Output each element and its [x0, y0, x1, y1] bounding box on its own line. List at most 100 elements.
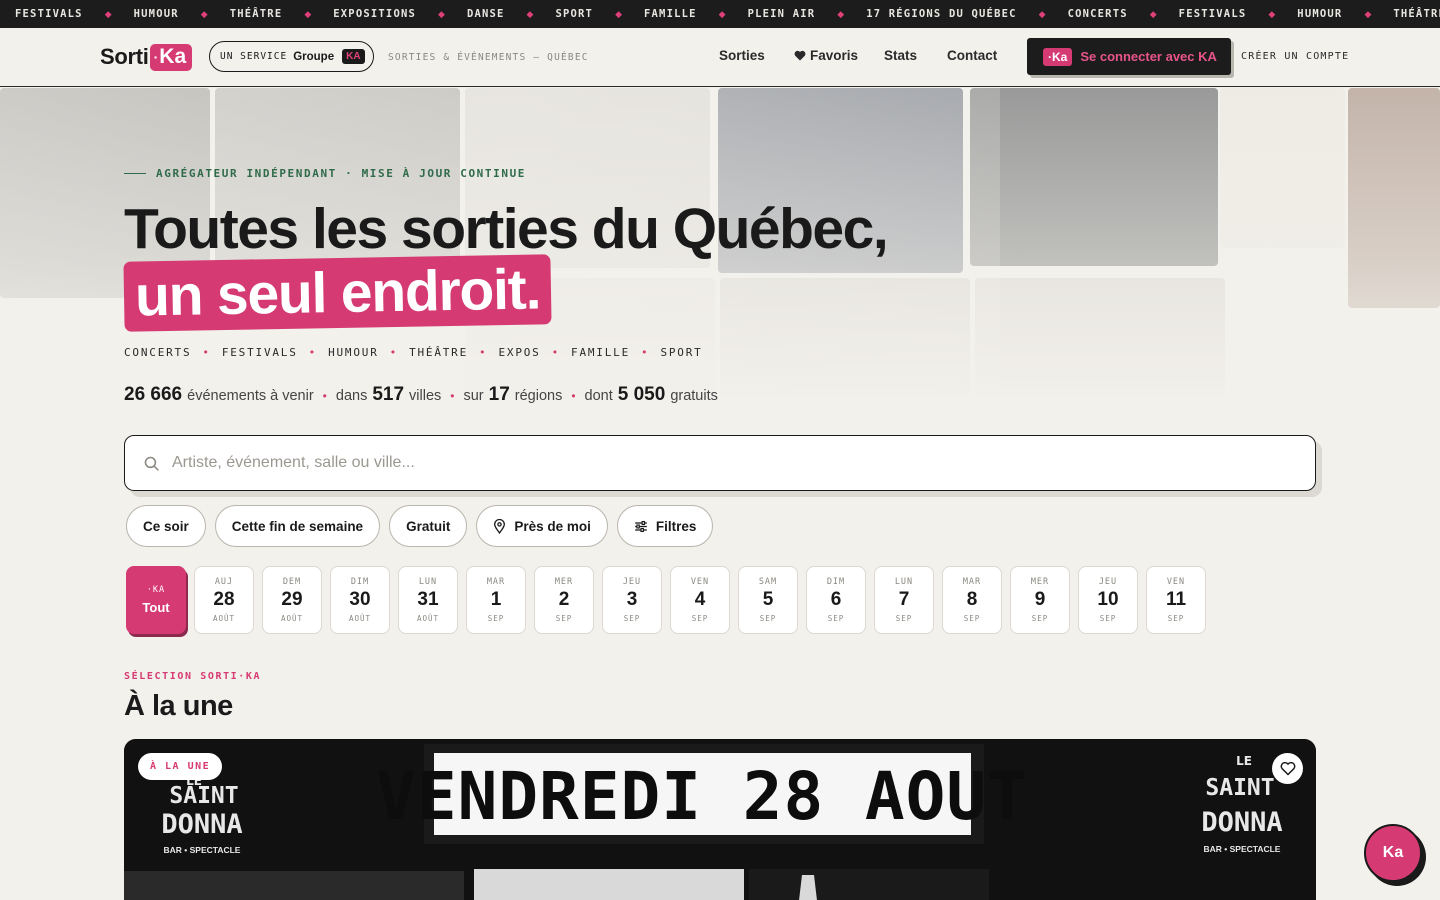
category-separator: •	[641, 346, 650, 359]
date-month: SEP	[487, 614, 505, 623]
date-day: 6	[830, 589, 842, 610]
create-account-link[interactable]: CRÉER UN COMPTE	[1241, 51, 1349, 62]
ticker-item: CONCERTS	[1067, 8, 1128, 20]
nav-sorties[interactable]: Sorties	[719, 48, 765, 63]
date-weekday: MAR	[486, 577, 506, 587]
date-item[interactable]: JEU 3 SEP	[602, 566, 662, 634]
date-weekday: VEN	[690, 577, 710, 587]
stat-regions-label: régions	[514, 388, 563, 404]
logo[interactable]: Sorti · Ka	[100, 42, 193, 72]
service-pill[interactable]: UN SERVICE Groupe KA	[209, 41, 374, 72]
ticker-item: DANSE	[466, 8, 505, 20]
date-item[interactable]: VEN 11 SEP	[1146, 566, 1206, 634]
date-item[interactable]: JEU 10 SEP	[1078, 566, 1138, 634]
ticker-item: FESTIVALS	[15, 8, 83, 20]
date-weekday: MAR	[962, 577, 982, 587]
date-day: 8	[966, 589, 978, 610]
date-day: 30	[349, 589, 371, 610]
date-item[interactable]: AUJ 28 AOÛT	[194, 566, 254, 634]
ticker-item: THÉÂTRE	[1393, 8, 1440, 20]
search-input[interactable]	[172, 454, 1272, 472]
category-separator: •	[202, 346, 211, 359]
date-month: SEP	[895, 614, 913, 623]
filter-weekend-label: Cette fin de semaine	[231, 518, 364, 534]
date-item[interactable]: LUN 31 AOÛT	[398, 566, 458, 634]
date-day: 28	[213, 589, 235, 610]
ticker-separator: ◆	[304, 8, 312, 19]
date-item[interactable]: DEM 29 AOÛT	[262, 566, 322, 634]
filter-more[interactable]: Filtres	[616, 505, 714, 547]
hero-category: FAMILLE	[571, 346, 630, 359]
ticker-separator: ◆	[718, 8, 726, 19]
filter-free[interactable]: Gratuit	[389, 505, 468, 547]
login-ka-text: Ka	[1052, 49, 1068, 64]
favorite-button[interactable]	[1272, 753, 1303, 784]
logo-badge-text: Ka	[159, 45, 187, 68]
login-button[interactable]: ·Ka Se connecter avec KA	[1027, 38, 1231, 75]
filter-tonight[interactable]: Ce soir	[126, 505, 206, 547]
site-header: Sorti · Ka UN SERVICE Groupe KA SORTIES &…	[0, 28, 1440, 87]
date-weekday: LUN	[894, 577, 914, 587]
search-bar[interactable]	[124, 435, 1316, 491]
nav-favoris-label: Favoris	[810, 48, 859, 63]
ticker-track: FESTIVALS ◆ HUMOUR ◆ THÉÂTRE ◆ EXPOSITIONS ◆ DAN…	[0, 8, 1440, 20]
date-month: SEP	[1099, 614, 1117, 623]
date-item[interactable]: SAM 5 SEP	[738, 566, 798, 634]
featured-event-card[interactable]: VENDREDI 28 AOUT LE SAINT DONNA BAR • SP…	[124, 739, 1316, 900]
date-month: SEP	[555, 614, 573, 623]
date-month: SEP	[759, 614, 777, 623]
date-weekday: LUN	[418, 577, 438, 587]
nav-stats[interactable]: Stats	[884, 48, 917, 63]
logo-text: Sorti	[100, 44, 149, 69]
service-ka-badge: KA	[342, 49, 365, 64]
date-all[interactable]: ·KA Tout	[126, 566, 186, 634]
date-item[interactable]: MAR 8 SEP	[942, 566, 1002, 634]
stat-events-label: événements à venir	[187, 388, 314, 404]
filter-more-label: Filtres	[655, 518, 697, 534]
venue-right-saint: SAINT	[1205, 775, 1274, 801]
ticker-item: HUMOUR	[1297, 8, 1343, 20]
hero-category: CONCERTS	[124, 346, 192, 359]
date-item[interactable]: MER 2 SEP	[534, 566, 594, 634]
date-item[interactable]: LUN 7 SEP	[874, 566, 934, 634]
stat-regions-prefix: sur	[463, 388, 484, 404]
date-month: SEP	[1167, 614, 1185, 623]
date-weekday: MER	[554, 577, 574, 587]
logo-badge: · Ka	[149, 43, 193, 71]
date-item[interactable]: DIM 30 AOÛT	[330, 566, 390, 634]
hero-category: EXPOS	[498, 346, 541, 359]
date-month: AOÛT	[212, 614, 236, 623]
ticker-separator: ◆	[615, 8, 622, 19]
ticker-item: 17 RÉGIONS DU QUÉBEC	[866, 8, 1017, 20]
ka-assistant-button[interactable]: Ka	[1364, 824, 1422, 882]
hero-title-highlight: un seul endroit.	[123, 254, 552, 332]
hero-stats: 26 666 événements à venir • dans 517 vil…	[124, 384, 718, 405]
date-month: AOÛT	[280, 614, 304, 623]
poster-headline: VENDREDI 28 AOUT	[376, 758, 1028, 835]
filter-weekend[interactable]: Cette fin de semaine	[214, 505, 381, 547]
venue-left-saint: SAINT	[169, 783, 238, 809]
eyebrow-text: AGRÉGATEUR INDÉPENDANT · MISE À JOUR CON…	[156, 167, 527, 180]
date-day: 2	[558, 589, 570, 610]
date-day: 10	[1097, 589, 1119, 610]
sliders-icon	[635, 520, 647, 532]
date-weekday: DIM	[826, 577, 846, 587]
nav-contact[interactable]: Contact	[947, 48, 997, 63]
ticker-item: FAMILLE	[644, 8, 697, 20]
nav-favoris[interactable]: Favoris	[794, 48, 858, 63]
date-day: 29	[281, 589, 303, 610]
date-item[interactable]: MER 9 SEP	[1010, 566, 1070, 634]
category-separator: •	[389, 346, 399, 359]
date-item[interactable]: MAR 1 SEP	[466, 566, 526, 634]
date-day: 1	[490, 589, 502, 610]
category-ticker: FESTIVALS ◆ HUMOUR ◆ THÉÂTRE ◆ EXPOSITIONS ◆ DAN…	[0, 0, 1440, 28]
date-month: SEP	[1031, 614, 1049, 623]
date-item[interactable]: VEN 4 SEP	[670, 566, 730, 634]
category-separator: •	[308, 346, 318, 359]
date-strip: ·KA Tout AUJ 28 AOÛT DEM 29 AOÛT DIM 30 AOÛT LUN 3…	[126, 566, 1206, 634]
date-weekday: DIM	[350, 577, 370, 587]
login-label: Se connecter avec KA	[1080, 49, 1217, 64]
filter-near-me[interactable]: Près de moi	[476, 505, 608, 547]
date-item[interactable]: DIM 6 SEP	[806, 566, 866, 634]
ticker-separator: ◆	[200, 8, 208, 19]
